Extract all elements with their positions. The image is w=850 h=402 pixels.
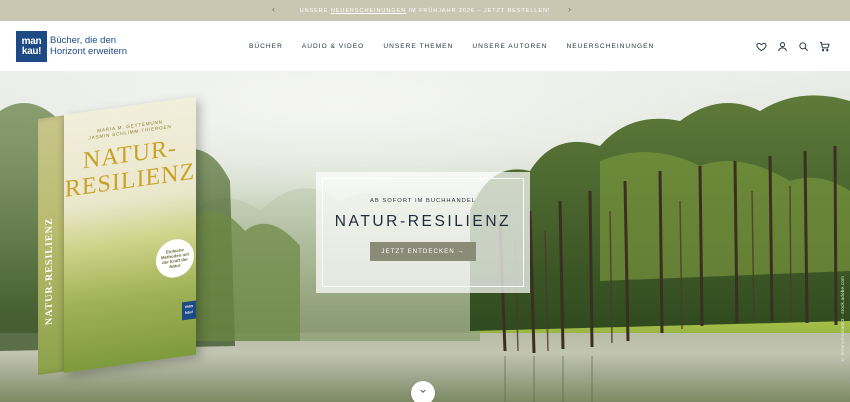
logo-tagline: Bücher, die den Horizont erweitern [50, 35, 128, 57]
main-nav: BÜCHER AUDIO & VIDEO UNSERE THEMEN UNSER… [249, 43, 654, 50]
announcement-bar: ‹ UNSERE NEUERSCHEINUNGEN IM FRÜHJAHR 20… [0, 0, 850, 21]
chevron-down-icon [420, 389, 426, 393]
hero-promo-frame [322, 178, 524, 287]
chevron-left-icon[interactable]: ‹ [272, 4, 275, 14]
photo-credit: © miranomania083 - stock.adobe.com [840, 276, 845, 363]
nav-item-audio-video[interactable]: AUDIO & VIDEO [302, 43, 364, 50]
hero-promo-box: AB SOFORT IM BUCHHANDEL NATUR-RESILIENZ … [316, 172, 530, 293]
book-cover[interactable]: NATUR-RESILIENZ MARIA M. GETTEMUNN JASMI… [38, 95, 208, 379]
site-header: man kau! Bücher, die den Horizont erweit… [0, 21, 850, 71]
logo[interactable]: man kau! Bücher, die den Horizont erweit… [16, 31, 127, 62]
book-publisher-logo: man kau! [182, 300, 196, 321]
header-icons [756, 41, 830, 52]
user-icon[interactable] [777, 41, 788, 52]
book-front: MARIA M. GETTEMUNN JASMIN SCHLIMM-THIERG… [64, 96, 196, 373]
logo-mark: man kau! [16, 31, 47, 62]
nav-item-neuerscheinungen[interactable]: NEUERSCHEINUNGEN [566, 43, 654, 50]
heart-icon[interactable] [756, 41, 767, 52]
announcement-link[interactable]: NEUERSCHEINUNGEN [331, 8, 406, 14]
cart-icon[interactable] [819, 41, 830, 52]
nav-item-autoren[interactable]: UNSERE AUTOREN [472, 43, 547, 50]
hero-banner: © miranomania083 - stock.adobe.com NATUR… [0, 71, 850, 402]
book-title: NATUR- RESILIENZ [64, 135, 196, 203]
book-badge: Einfache Methoden mit der Kraft der Natu… [156, 236, 194, 281]
nav-item-themen[interactable]: UNSERE THEMEN [383, 43, 453, 50]
nav-item-buecher[interactable]: BÜCHER [249, 43, 283, 50]
announcement-text: UNSERE NEUERSCHEINUNGEN IM FRÜHJAHR 2026… [299, 7, 551, 14]
scroll-down-button[interactable] [411, 381, 435, 402]
chevron-right-icon[interactable]: › [568, 4, 571, 14]
search-icon[interactable] [798, 41, 809, 52]
book-spine: NATUR-RESILIENZ [38, 115, 66, 376]
